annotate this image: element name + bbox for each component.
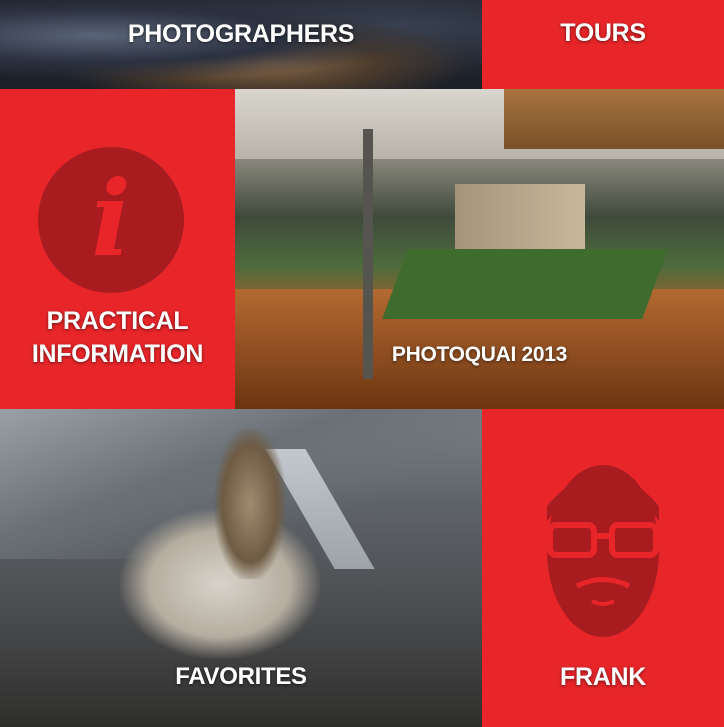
face-glasses-beard-icon <box>547 465 659 637</box>
label-line-2: INFORMATION <box>31 340 204 368</box>
photo-roof-wood <box>504 89 724 149</box>
tile-practical-information-label: PRACTICAL INFORMATION <box>0 305 235 371</box>
tile-photographers-label: PHOTOGRAPHERS <box>127 20 355 48</box>
tile-photoquai-2013[interactable]: PHOTOQUAI 2013 <box>235 89 724 409</box>
photo-stone-wall <box>455 184 585 254</box>
photo-lawn <box>382 249 668 319</box>
tile-photographers[interactable]: PHOTOGRAPHERS <box>0 0 482 89</box>
menu-grid: PHOTOGRAPHERS TOURS i PRACTICAL INFORMAT… <box>0 0 724 727</box>
label-line-1: PRACTICAL <box>46 307 189 335</box>
tile-tours[interactable]: TOURS <box>482 0 724 89</box>
tile-practical-information[interactable]: i PRACTICAL INFORMATION <box>0 89 235 409</box>
tile-favorites[interactable]: FAVORITES <box>0 409 482 727</box>
photo-rider <box>215 429 285 579</box>
tile-favorites-label: FAVORITES <box>175 663 307 690</box>
info-icon: i <box>38 147 184 293</box>
tile-tours-label: TOURS <box>560 19 646 47</box>
tile-frank[interactable]: FRANK <box>482 409 724 727</box>
tile-photoquai-label: PHOTOQUAI 2013 <box>391 343 568 366</box>
tile-frank-label: FRANK <box>560 663 646 691</box>
